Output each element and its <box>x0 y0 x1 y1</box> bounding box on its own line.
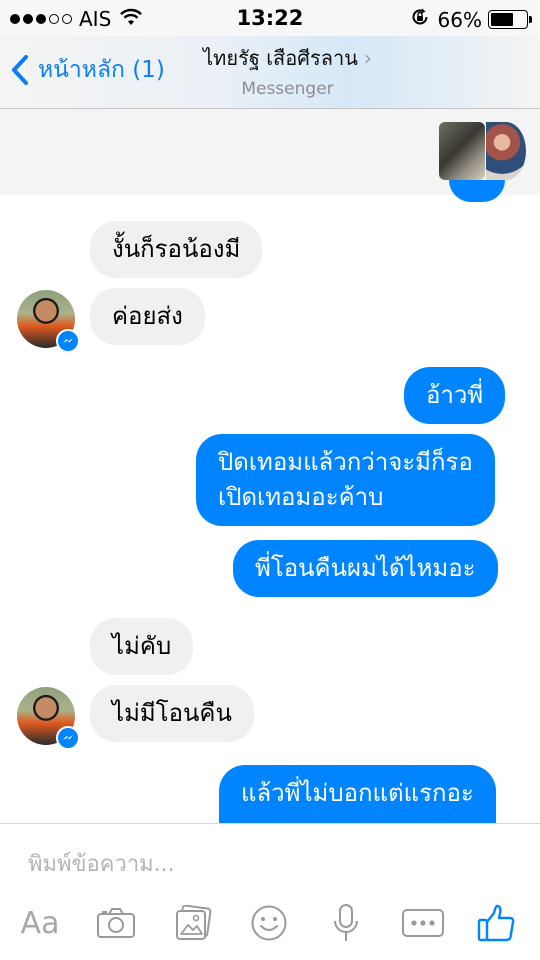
outgoing-message[interactable]: ปิดเทอมแล้วกว่าจะมีก็รอ เปิดเทอมอะค้าบ <box>196 434 495 526</box>
message-text: พี่โอนคืนผมได้ไหมอะ <box>255 554 476 582</box>
navigation-bar: หน้าหลัก (1) ไทยรัฐ เสือศีรลาน › Messenge… <box>0 36 540 108</box>
conversation-subtitle: Messenger <box>241 79 334 99</box>
gallery-icon[interactable] <box>171 896 215 950</box>
camera-icon[interactable] <box>94 896 138 950</box>
conversation-title[interactable]: ไทยรัฐ เสือศีรลาน › Messenger <box>180 42 395 99</box>
messenger-badge-icon <box>56 329 80 353</box>
battery-icon <box>488 10 532 29</box>
more-icon[interactable] <box>400 896 446 950</box>
battery-percent: 66% <box>437 7 482 32</box>
back-button-label: หน้าหลัก (1) <box>38 57 165 83</box>
message-text: ไม่มีโอนคืน <box>112 699 232 727</box>
thumbs-up-icon[interactable] <box>474 896 518 950</box>
composer-toolbar: Aa <box>0 896 540 952</box>
rotation-lock-icon <box>410 7 430 32</box>
chevron-right-icon: › <box>363 46 372 70</box>
contact-name: ไทยรัฐ เสือศีรลาน <box>203 46 358 70</box>
incoming-message[interactable]: ไม่คับ <box>90 618 194 675</box>
message-text: ไม่คับ <box>112 632 172 660</box>
message-input[interactable]: พิมพ์ข้อความ... <box>28 846 175 881</box>
messenger-conversation-screen: AIS 13:22 66% หน้าหลัก (1) ไทยรัฐ เสือศี… <box>0 0 540 960</box>
previous-message-bubble <box>449 180 505 202</box>
outgoing-message[interactable]: แล้วพี่ไม่บอกแต่แรกอะ <box>219 765 496 823</box>
incoming-message[interactable]: ไม่มีโอนคืน <box>90 685 254 742</box>
emoji-icon[interactable] <box>247 896 291 950</box>
participant-photo[interactable] <box>439 122 485 180</box>
message-text: อ้าวพี่ <box>426 381 484 409</box>
status-bar: AIS 13:22 66% <box>0 0 540 36</box>
chevron-left-icon <box>12 55 28 85</box>
status-right: 66% <box>410 7 532 32</box>
message-text-line: เปิดเทอมอะค้าบ <box>218 483 384 511</box>
message-text: ค่อยส่ง <box>112 302 183 330</box>
outgoing-message[interactable]: พี่โอนคืนผมได้ไหมอะ <box>233 540 498 597</box>
back-button[interactable]: หน้าหลัก (1) <box>10 52 165 88</box>
aa-icon[interactable]: Aa <box>16 896 64 950</box>
message-text: แล้วพี่ไม่บอกแต่แรกอะ <box>241 779 474 807</box>
outgoing-message[interactable]: อ้าวพี่ <box>404 367 506 424</box>
message-text: งั้นก็รอน้องมี <box>112 235 241 263</box>
participant-photo[interactable] <box>486 122 526 180</box>
battery-level-fill <box>491 13 513 26</box>
incoming-message[interactable]: งั้นก็รอน้องมี <box>90 221 263 278</box>
message-text-line: ปิดเทอมแล้วกว่าจะมีก็รอ <box>218 448 473 476</box>
message-composer: พิมพ์ข้อความ... Aa <box>0 824 540 960</box>
microphone-icon[interactable] <box>324 896 368 950</box>
incoming-message[interactable]: ค่อยส่ง <box>90 288 205 345</box>
messenger-badge-icon <box>56 726 80 750</box>
